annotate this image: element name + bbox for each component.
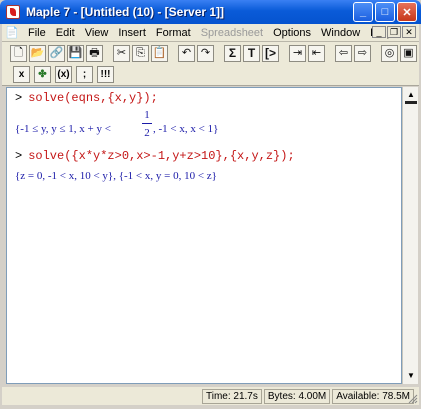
command-line[interactable]: > solve({x*y*z>0,x>-1,y+z>10},{x,y,z}); (15, 149, 295, 163)
outdent-icon[interactable]: ⇤ (308, 44, 325, 62)
menu-spreadsheet[interactable]: Spreadsheet (196, 27, 268, 39)
copy-icon[interactable]: ⎘ (132, 44, 149, 62)
window-title: Maple 7 - [Untitled (10) - [Server 1]] (26, 5, 225, 19)
vertical-scrollbar[interactable]: ▲ ▼ (402, 87, 418, 384)
context-toolbar: x ✤ (x) ; !!! (2, 64, 419, 86)
menu-bar: 📄 File Edit View Insert Format Spreadshe… (2, 24, 419, 42)
scroll-down-arrow-icon[interactable]: ▼ (403, 368, 419, 384)
menu-options[interactable]: Options (268, 27, 316, 39)
result-output: {z = 0, -1 < x, 10 < y}, {-1 < x, y = 0,… (15, 170, 217, 182)
semicolon-button[interactable]: ; (76, 66, 93, 83)
cut-icon[interactable]: ✂ (113, 44, 130, 62)
menu-window[interactable]: Window (316, 27, 365, 39)
print-icon[interactable]: 🖶 (86, 44, 103, 62)
math-mode-x-button[interactable]: x (13, 66, 30, 83)
menu-format[interactable]: Format (151, 27, 196, 39)
scroll-thumb[interactable] (405, 101, 417, 104)
insert-prompt-button[interactable]: [> (262, 44, 279, 62)
new-file-icon[interactable]: 🗋 (10, 44, 27, 62)
paren-button[interactable]: (x) (55, 66, 72, 83)
forward-icon[interactable]: ⇨ (354, 44, 371, 62)
status-bytes: Bytes: 4.00M (263, 388, 331, 404)
input-prompt: > (15, 149, 23, 163)
command-text[interactable]: solve(eqns,{x,y}); (28, 91, 158, 105)
title-bar[interactable]: Maple 7 - [Untitled (10) - [Server 1]] _… (0, 0, 421, 24)
menu-insert[interactable]: Insert (113, 27, 151, 39)
result-output: {-1 ≤ y, y ≤ 1, x + y < (15, 123, 111, 135)
input-prompt: > (15, 91, 23, 105)
status-bar: Time: 21.7s Bytes: 4.00M Available: 78.5… (2, 387, 419, 405)
maple-app-icon[interactable] (6, 5, 20, 19)
insert-math-button[interactable]: Σ (224, 44, 241, 62)
command-text[interactable]: solve({x*y*z>0,x>-1,y+z>10},{x,y,z}); (28, 149, 294, 163)
result-prefix: {-1 ≤ y, y ≤ 1, x + y < (15, 123, 111, 135)
insert-text-button[interactable]: T (243, 44, 260, 62)
fraction-denominator: 2 (144, 127, 150, 139)
menu-edit[interactable]: Edit (51, 27, 80, 39)
minimize-button[interactable]: _ (353, 2, 373, 22)
back-icon[interactable]: ⇦ (335, 44, 352, 62)
menu-view[interactable]: View (80, 27, 114, 39)
doc-close-button[interactable]: ✕ (402, 26, 416, 38)
stop-icon[interactable]: ▣ (400, 44, 417, 62)
paste-icon[interactable]: 📋 (151, 44, 168, 62)
redo-icon[interactable]: ↷ (197, 44, 214, 62)
open-folder-icon[interactable]: 📂 (29, 44, 46, 62)
result-suffix: , -1 < x, x < 1} (153, 123, 219, 135)
status-time: Time: 21.7s (202, 388, 262, 404)
doc-minimize-button[interactable]: _ (372, 26, 386, 38)
save-icon[interactable]: 💾 (67, 44, 84, 62)
menu-file[interactable]: File (23, 27, 51, 39)
doc-restore-button[interactable]: ❐ (387, 26, 401, 38)
execute-all-button[interactable]: !!! (97, 66, 114, 83)
status-available: Available: 78.5M (332, 388, 414, 404)
document-icon[interactable]: 📄 (5, 26, 19, 40)
maple-leaf-icon[interactable]: ✤ (34, 66, 51, 83)
command-line[interactable]: > solve(eqns,{x,y}); (15, 91, 158, 105)
restart-icon[interactable]: ◎ (381, 44, 398, 62)
indent-icon[interactable]: ⇥ (289, 44, 306, 62)
close-button[interactable]: ✕ (397, 2, 417, 22)
worksheet-area[interactable]: > solve(eqns,{x,y}); {-1 ≤ y, y ≤ 1, x + … (6, 87, 402, 384)
undo-icon[interactable]: ↶ (178, 44, 195, 62)
fraction-bar (142, 123, 152, 124)
open-url-icon[interactable]: 🔗 (48, 44, 65, 62)
resize-grip-icon[interactable] (408, 394, 418, 404)
maximize-button[interactable]: □ (375, 2, 395, 22)
fraction-numerator: 1 (144, 109, 150, 121)
main-toolbar: 🗋 📂 🔗 💾 🖶 ✂ ⎘ 📋 ↶ ↷ Σ T [> ⇥ ⇤ ⇦ ⇨ ◎ ▣ (2, 42, 419, 64)
